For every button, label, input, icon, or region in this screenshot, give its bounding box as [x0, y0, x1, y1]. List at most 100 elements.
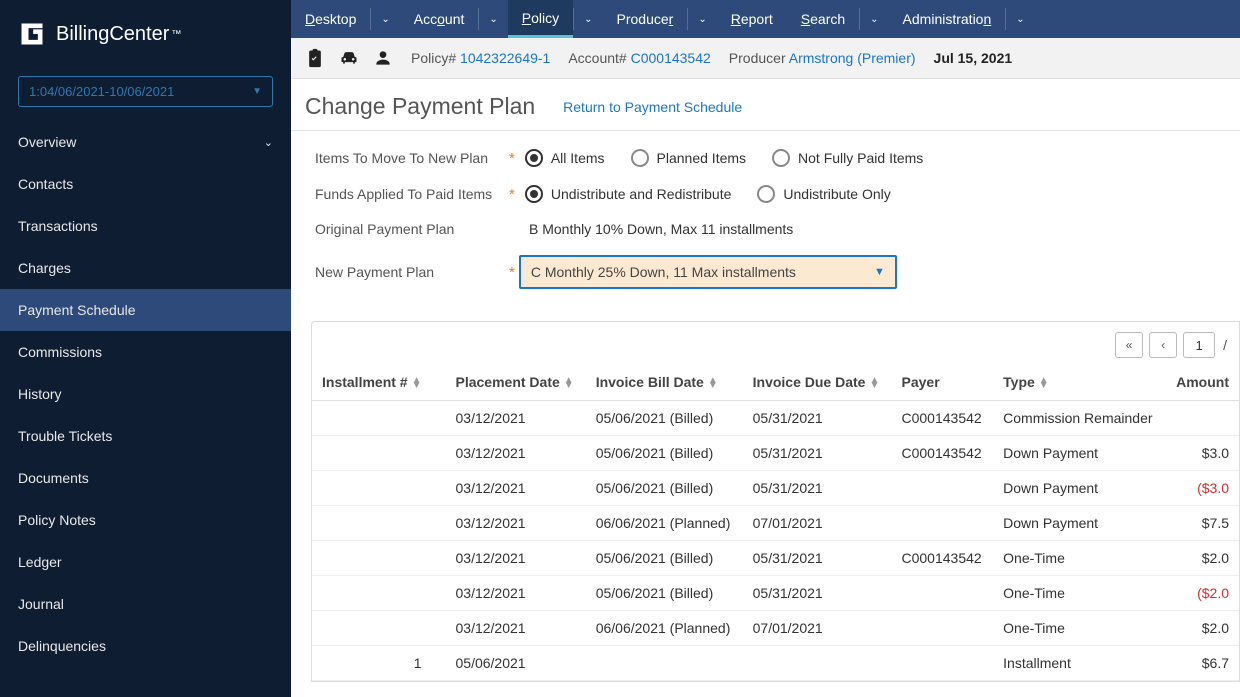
cell-type: One-Time [993, 611, 1165, 646]
cell-amount: ($2.0 [1165, 576, 1239, 611]
table-row[interactable]: 03/12/202106/06/2021 (Planned)07/01/2021… [312, 611, 1239, 646]
cell-due: 05/31/2021 [743, 401, 892, 436]
sidebar-item-delinquencies[interactable]: Delinquencies [0, 625, 291, 667]
radio-icon [525, 185, 543, 203]
cell-amount: $3.0 [1165, 436, 1239, 471]
radio-all-items[interactable]: All Items [525, 149, 605, 167]
topnav-account[interactable]: Account [400, 0, 479, 38]
sidebar-item-trouble-tickets[interactable]: Trouble Tickets [0, 415, 291, 457]
logo-icon [18, 20, 46, 48]
cell-due: 05/31/2021 [743, 471, 892, 506]
cell-bill: 05/06/2021 (Billed) [586, 401, 743, 436]
cell-placement: 03/12/2021 [446, 541, 586, 576]
radio-label: Undistribute and Redistribute [551, 186, 732, 202]
radio-label: Undistribute Only [783, 186, 890, 202]
cell-payer: C000143542 [892, 436, 994, 471]
cell-due: 07/01/2021 [743, 506, 892, 541]
col-bill-date[interactable]: Invoice Bill Date▲▼ [586, 364, 743, 401]
table-row[interactable]: 03/12/202106/06/2021 (Planned)07/01/2021… [312, 506, 1239, 541]
col-placement[interactable]: Placement Date▲▼ [446, 364, 586, 401]
topnav-producer[interactable]: Producer [603, 0, 688, 38]
table-row[interactable]: 03/12/202105/06/2021 (Billed)05/31/2021C… [312, 541, 1239, 576]
required-icon: * [509, 186, 515, 203]
topnav-dropdown-policy[interactable]: ⌄ [574, 0, 602, 38]
topnav-report[interactable]: Report [717, 0, 787, 38]
cell-bill: 05/06/2021 (Billed) [586, 541, 743, 576]
new-plan-row: New Payment Plan * C Monthly 25% Down, 1… [315, 255, 1216, 289]
funds-radio-group: Undistribute and Redistribute Undistribut… [525, 185, 891, 203]
topnav-dropdown-producer[interactable]: ⌄ [688, 0, 716, 38]
col-due-date[interactable]: Invoice Due Date▲▼ [743, 364, 892, 401]
chevron-down-icon: ⌄ [264, 136, 273, 149]
col-payer[interactable]: Payer [892, 364, 994, 401]
cell-amount: $6.7 [1165, 646, 1239, 681]
cell-amount: ($3.0 [1165, 471, 1239, 506]
col-installment[interactable]: Installment #▲▼ [312, 364, 446, 401]
radio-planned-items[interactable]: Planned Items [631, 149, 747, 167]
clipboard-icon[interactable] [305, 48, 325, 68]
cell-bill: 05/06/2021 (Billed) [586, 471, 743, 506]
cell-bill [586, 646, 743, 681]
sidebar-item-charges[interactable]: Charges [0, 247, 291, 289]
cell-install [312, 436, 446, 471]
cell-payer: C000143542 [892, 541, 994, 576]
cell-due: 05/31/2021 [743, 436, 892, 471]
topnav-desktop[interactable]: Desktop [291, 0, 370, 38]
topnav-dropdown-administration[interactable]: ⌄ [1006, 0, 1034, 38]
new-plan-select[interactable]: C Monthly 25% Down, 11 Max installments … [519, 255, 897, 289]
producer-name-link[interactable]: Armstrong (Premier) [789, 50, 916, 66]
return-link[interactable]: Return to Payment Schedule [563, 99, 742, 115]
topnav-administration[interactable]: Administration [889, 0, 1006, 38]
sidebar-item-overview[interactable]: Overview⌄ [0, 121, 291, 163]
topnav-dropdown-account[interactable]: ⌄ [479, 0, 507, 38]
table-row[interactable]: 03/12/202105/06/2021 (Billed)05/31/2021D… [312, 471, 1239, 506]
sidebar-item-payment-schedule[interactable]: Payment Schedule [0, 289, 291, 331]
sidebar-item-label: Documents [18, 470, 89, 486]
sidebar-item-contacts[interactable]: Contacts [0, 163, 291, 205]
account-number-link[interactable]: C000143542 [631, 50, 711, 66]
sidebar-item-label: Payment Schedule [18, 302, 136, 318]
sidebar-item-journal[interactable]: Journal [0, 583, 291, 625]
sidebar-item-commissions[interactable]: Commissions [0, 331, 291, 373]
radio-not-fully-paid-items[interactable]: Not Fully Paid Items [772, 149, 923, 167]
col-amount[interactable]: Amount [1165, 364, 1239, 401]
table-row[interactable]: 03/12/202105/06/2021 (Billed)05/31/2021C… [312, 436, 1239, 471]
table-row[interactable]: 105/06/2021Installment$6.7 [312, 646, 1239, 681]
policy-number-link[interactable]: 1042322649-1 [460, 50, 550, 66]
col-type[interactable]: Type▲▼ [993, 364, 1165, 401]
topnav-search[interactable]: Search [787, 0, 859, 38]
sidebar-item-documents[interactable]: Documents [0, 457, 291, 499]
items-radio-group: All Items Planned Items Not Fully Paid Ite… [525, 149, 923, 167]
sidebar-item-history[interactable]: History [0, 373, 291, 415]
pager-page-input[interactable]: 1 [1183, 332, 1215, 358]
cell-placement: 03/12/2021 [446, 471, 586, 506]
radio-undistribute-and-redistribute[interactable]: Undistribute and Redistribute [525, 185, 732, 203]
table-row[interactable]: 03/12/202105/06/2021 (Billed)05/31/2021O… [312, 576, 1239, 611]
new-plan-selected: C Monthly 25% Down, 11 Max installments [531, 264, 796, 280]
sidebar-item-label: History [18, 386, 62, 402]
payment-table: Installment #▲▼ Placement Date▲▼ Invoice… [312, 364, 1239, 681]
topnav-policy[interactable]: Policy [508, 0, 573, 38]
cell-placement: 03/12/2021 [446, 611, 586, 646]
sidebar-item-transactions[interactable]: Transactions [0, 205, 291, 247]
radio-undistribute-only[interactable]: Undistribute Only [757, 185, 890, 203]
car-icon[interactable] [339, 48, 359, 68]
pager-prev-button[interactable]: ‹ [1149, 332, 1177, 358]
chevron-down-icon: ▼ [874, 266, 885, 278]
table-row[interactable]: 03/12/202105/06/2021 (Billed)05/31/2021C… [312, 401, 1239, 436]
sidebar-item-policy-notes[interactable]: Policy Notes [0, 499, 291, 541]
required-icon: * [509, 264, 515, 281]
person-icon[interactable] [373, 48, 393, 68]
topnav-dropdown-search[interactable]: ⌄ [860, 0, 888, 38]
cell-due [743, 646, 892, 681]
cell-amount [1165, 401, 1239, 436]
brand-tm: ™ [171, 29, 181, 40]
pager-first-button[interactable]: « [1115, 332, 1143, 358]
sidebar-item-label: Ledger [18, 554, 62, 570]
topnav-dropdown-desktop[interactable]: ⌄ [371, 0, 399, 38]
sidebar-item-label: Transactions [18, 218, 98, 234]
context-icons [305, 48, 393, 68]
date-range-selector[interactable]: 1:04/06/2021-10/06/2021 ▼ [18, 76, 273, 107]
sidebar-item-ledger[interactable]: Ledger [0, 541, 291, 583]
logo: BillingCenter™ [0, 0, 291, 68]
